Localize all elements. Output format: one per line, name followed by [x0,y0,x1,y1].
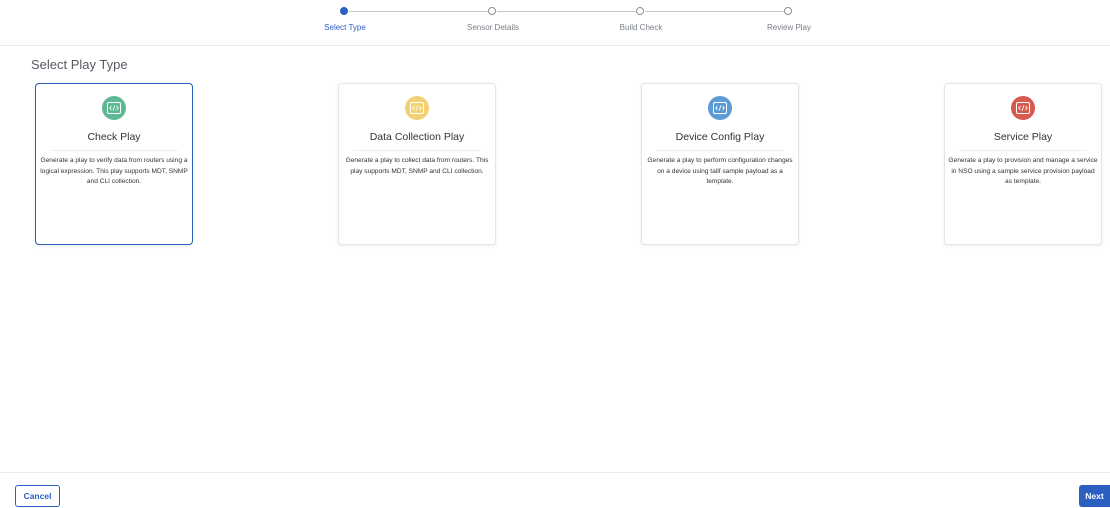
code-icon [405,96,429,120]
wizard-footer: Cancel Next [0,472,1110,508]
page-title: Select Play Type [31,57,128,72]
step-dot-icon [488,7,496,15]
next-button[interactable]: Next [1079,485,1110,507]
card-title: Service Play [993,131,1053,143]
step-label: Select Type [324,23,366,32]
card-check-play[interactable]: Check Play Generate a play to verify dat… [35,83,193,245]
code-icon [102,96,126,120]
card-title: Device Config Play [675,131,765,143]
stepper-connector [497,11,637,12]
step-label: Sensor Details [466,23,520,32]
stepper-connector [349,11,489,12]
card-service-play[interactable]: Service Play Generate a play to provisio… [944,83,1102,245]
card-description: Generate a play to collect data from rou… [345,157,489,175]
step-label: Review Play [766,23,811,32]
code-icon [708,96,732,120]
card-divider [353,150,481,151]
card-data-collection-play[interactable]: Data Collection Play Generate a play to … [338,83,496,245]
step-dot-icon [636,7,644,15]
card-description: Generate a play to perform configuration… [647,157,793,185]
card-device-config-play[interactable]: Device Config Play Generate a play to pe… [641,83,799,245]
step-dot-icon [784,7,792,15]
card-divider [50,150,178,151]
code-icon [1011,96,1035,120]
step-label: Build Check [619,23,663,32]
card-divider [959,150,1087,151]
card-divider [656,150,784,151]
stepper-connector [645,11,785,12]
cancel-button[interactable]: Cancel [15,485,60,507]
wizard-stepper: Select Type Sensor Details Build Check R… [0,0,1110,46]
card-description: Generate a play to provision and manage … [948,157,1098,185]
card-description: Generate a play to verify data from rout… [40,157,188,185]
card-title: Data Collection Play [369,131,465,143]
card-title: Check Play [87,131,141,143]
step-dot-icon [340,7,348,15]
